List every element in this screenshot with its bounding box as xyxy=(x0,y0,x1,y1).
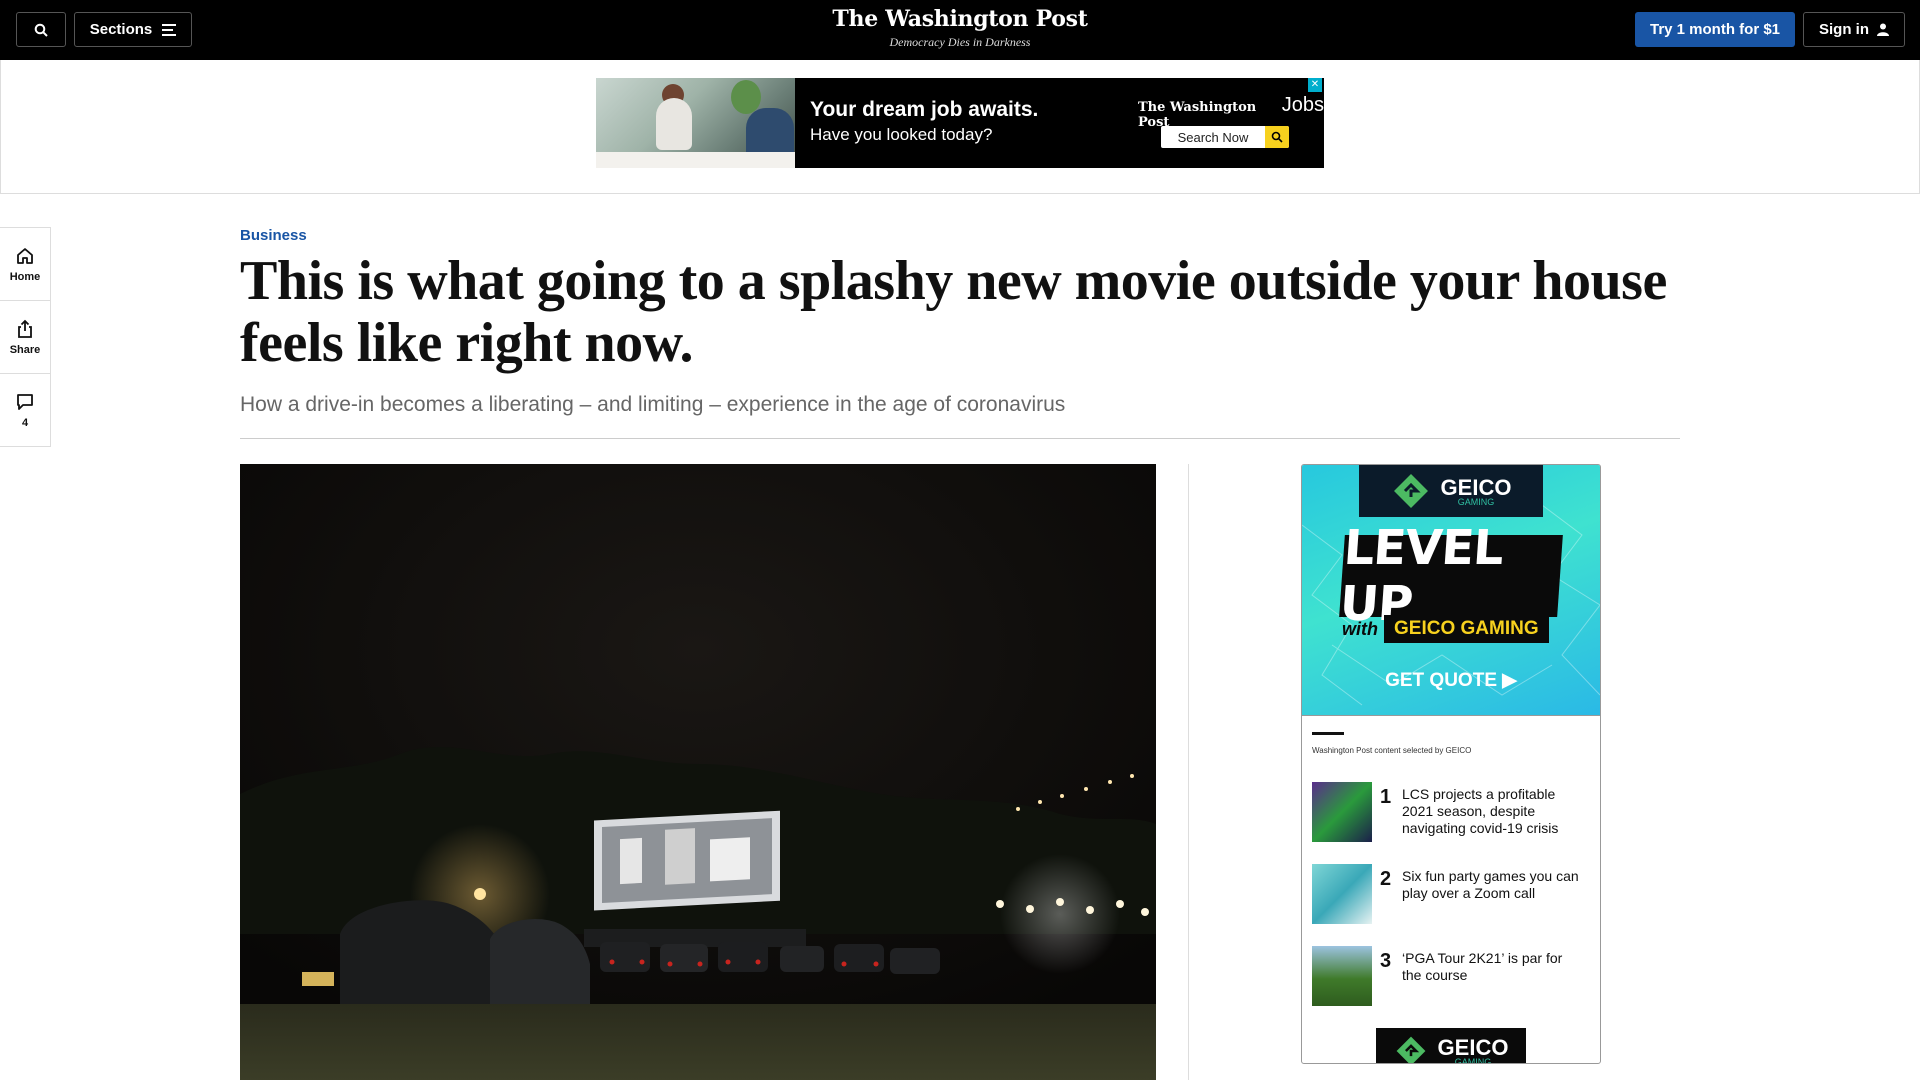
ad-photo xyxy=(596,78,795,168)
site-logo[interactable]: The Washington Post xyxy=(0,6,1920,32)
get-quote-button[interactable]: GET QUOTE ▶ xyxy=(1302,669,1600,692)
with-geico-gaming: with GEICO GAMING xyxy=(1342,615,1549,643)
site-tagline: Democracy Dies in Darkness xyxy=(889,35,1031,49)
share-icon xyxy=(18,319,32,338)
subscribe-button[interactable]: Try 1 month for $1 xyxy=(1635,12,1795,47)
ad-brand: The Washington Post Jobs xyxy=(1138,94,1324,130)
ad-search-label: Search Now xyxy=(1177,129,1249,145)
sponsor-label: Washington Post content selected by GEIC… xyxy=(1312,746,1472,755)
share-button[interactable]: Share xyxy=(0,301,50,374)
comment-icon xyxy=(17,393,33,410)
level-up-headline: LEVEL UP xyxy=(1338,520,1563,632)
column-divider xyxy=(1188,464,1189,1080)
magnifier-icon xyxy=(1265,126,1289,148)
sign-in-label: Sign in xyxy=(1819,21,1869,38)
geico-sidebar-ad[interactable]: GEICO GAMING LEVEL UP with GEICO GAMING … xyxy=(1301,464,1601,1064)
comments-count: 4 xyxy=(21,416,29,429)
article-headline: This is what going to a splashy new movi… xyxy=(240,250,1667,374)
sponsored-title[interactable]: Six fun party games you can play over a … xyxy=(1402,868,1582,902)
header-divider xyxy=(240,438,1680,439)
home-label: Home xyxy=(9,270,41,283)
ad-search-button[interactable]: Search Now xyxy=(1161,126,1289,148)
sponsored-item-2[interactable]: 2 Six fun party games you can play over … xyxy=(1312,864,1592,924)
sponsored-thumbnail xyxy=(1312,864,1372,924)
share-label: Share xyxy=(9,343,41,356)
article-subheadline: How a drive-in becomes a liberating – an… xyxy=(240,393,1066,416)
sponsored-thumbnail xyxy=(1312,782,1372,842)
geico-gecko-icon xyxy=(1393,474,1428,508)
sponsored-title[interactable]: ‘PGA Tour 2K21’ is par for the course xyxy=(1402,950,1582,984)
sponsored-thumbnail xyxy=(1312,946,1372,1006)
list-accent-bar xyxy=(1312,732,1344,735)
comments-button[interactable]: 4 xyxy=(0,374,50,446)
jobs-ad-banner[interactable]: Your dream job awaits. Have you looked t… xyxy=(596,78,1324,168)
geico-footer-logo[interactable]: GEICO GAMING xyxy=(1376,1028,1526,1063)
home-button[interactable]: Home xyxy=(0,228,50,301)
geico-gaming-text: GEICO GAMING xyxy=(1384,615,1549,643)
geico-gecko-icon xyxy=(1396,1036,1425,1063)
sponsored-rank: 3 xyxy=(1380,950,1392,972)
sponsored-rank: 1 xyxy=(1380,786,1392,808)
article-photo xyxy=(240,464,1156,1080)
sponsored-rank: 2 xyxy=(1380,868,1392,890)
adchoices-icon[interactable]: ✕ xyxy=(1308,78,1322,92)
user-icon xyxy=(1877,23,1889,36)
sponsored-item-3[interactable]: 3 ‘PGA Tour 2K21’ is par for the course xyxy=(1312,946,1592,1006)
home-icon xyxy=(17,247,33,264)
ad-brand-suffix: Jobs xyxy=(1281,94,1324,116)
geico-logo-strip: GEICO GAMING xyxy=(1359,465,1543,517)
ad-headline: Your dream job awaits. xyxy=(810,98,1039,121)
masthead[interactable]: The Washington Post Democracy Dies in Da… xyxy=(0,6,1920,50)
sponsored-title[interactable]: LCS projects a profitable 2021 season, d… xyxy=(1402,786,1582,837)
section-kicker[interactable]: Business xyxy=(240,227,307,244)
sign-in-button[interactable]: Sign in xyxy=(1803,12,1905,47)
sponsored-content-list: Washington Post content selected by GEIC… xyxy=(1302,715,1600,1063)
ad-subline: Have you looked today? xyxy=(810,125,993,144)
left-action-rail: Home Share 4 xyxy=(0,227,51,447)
geico-ad-banner[interactable]: GEICO GAMING LEVEL UP with GEICO GAMING … xyxy=(1302,465,1600,715)
with-text: with xyxy=(1342,618,1378,639)
sponsored-item-1[interactable]: 1 LCS projects a profitable 2021 season,… xyxy=(1312,782,1592,842)
top-navigation-bar: Sections The Washington Post Democracy D… xyxy=(0,0,1920,60)
